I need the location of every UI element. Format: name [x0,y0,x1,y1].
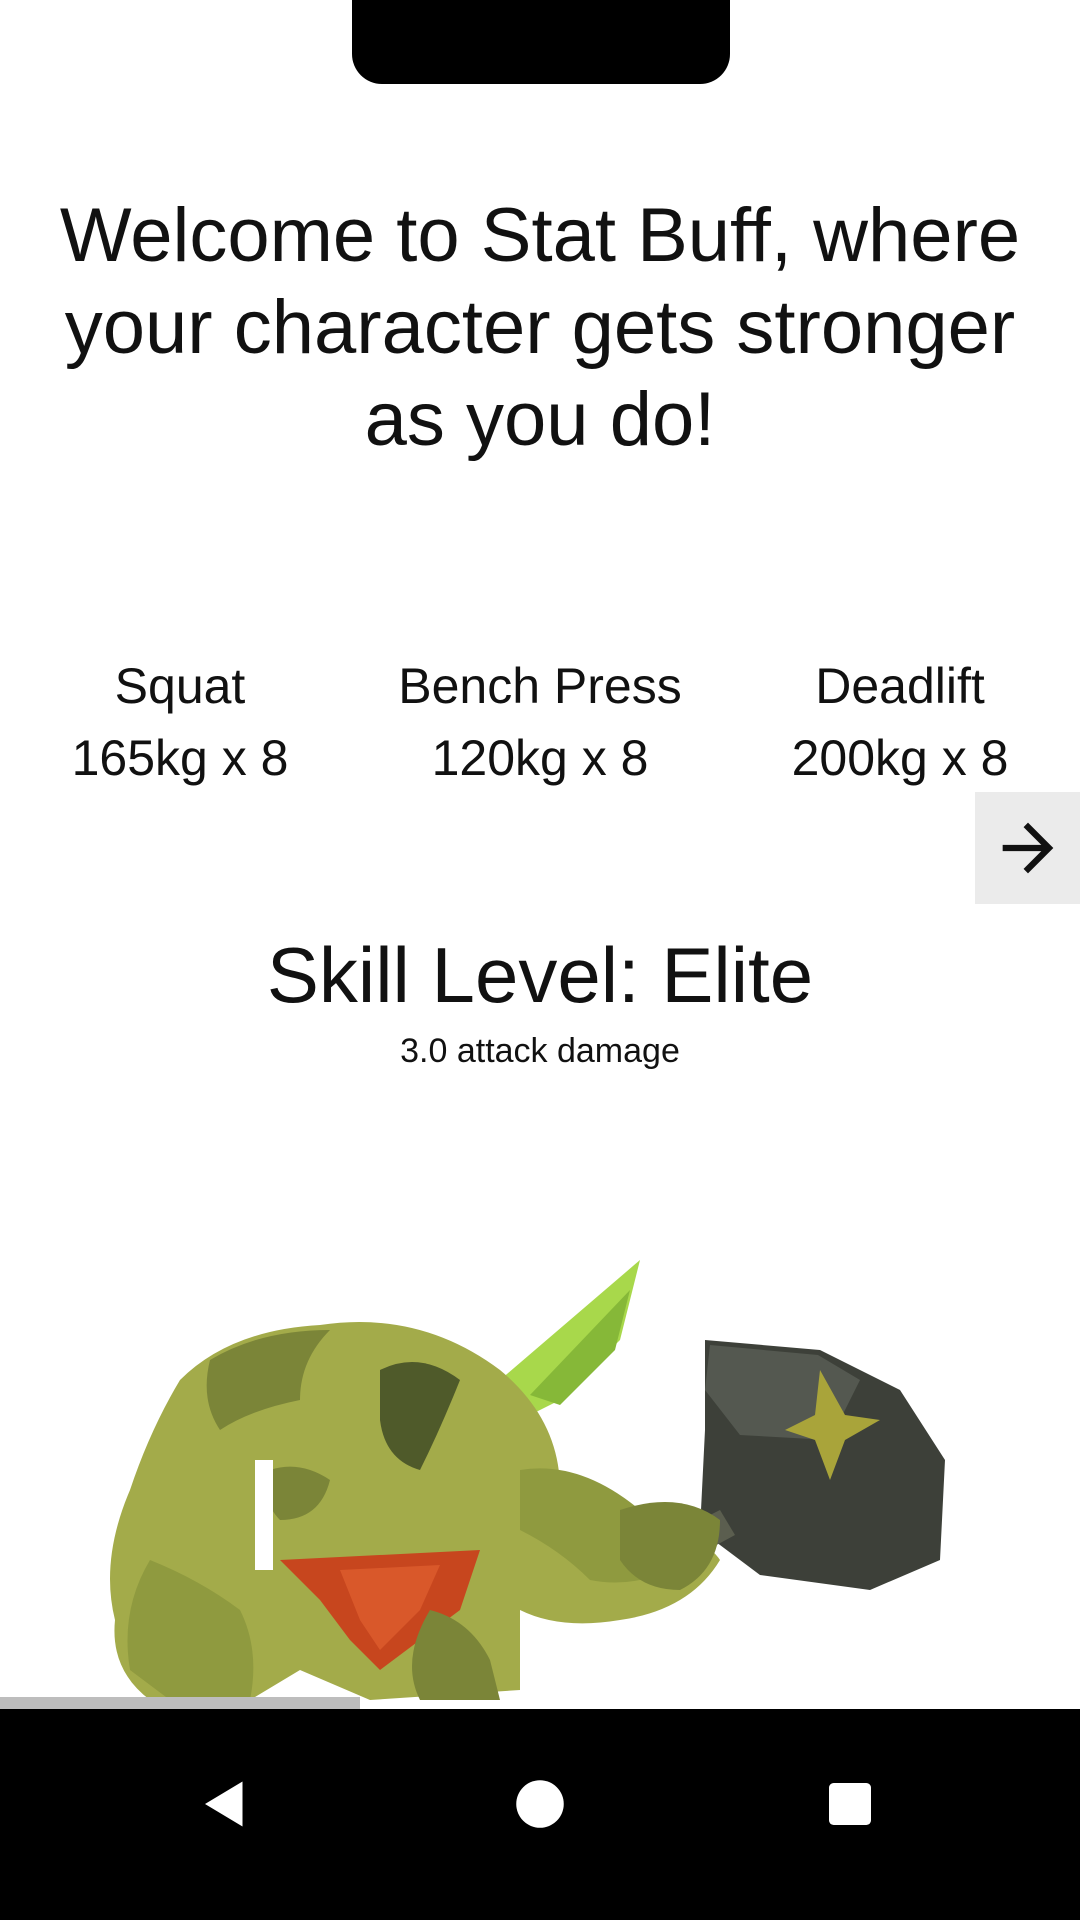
arrow-right-icon [1002,822,1053,874]
stat-value: 200kg x 8 [791,730,1009,786]
next-button[interactable] [975,792,1080,904]
lift-stats: Squat 165kg x 8 Bench Press 120kg x 8 De… [0,650,1080,790]
stat-value: 120kg x 8 [431,730,649,786]
system-navigation-bar [0,1709,1080,1920]
stat-value: 165kg x 8 [71,730,289,786]
welcome-message: Welcome to Stat Buff, where your charact… [0,190,1080,466]
camera-notch [352,0,730,84]
stat-name: Bench Press [398,658,682,714]
stat-name: Deadlift [815,658,985,714]
home-circle-icon [516,1780,564,1828]
stat-name: Squat [114,658,246,714]
back-button[interactable] [165,1749,285,1859]
recents-square-icon [829,1783,871,1825]
ogre-warrior-sprite [110,1260,945,1700]
stat-squat: Squat 165kg x 8 [0,650,360,794]
stat-bench-press: Bench Press 120kg x 8 [360,650,720,794]
recents-button[interactable] [790,1749,910,1859]
stat-deadlift: Deadlift 200kg x 8 [720,650,1080,794]
welcome-line-3: as you do! [364,377,716,462]
horizontal-scrollbar[interactable] [0,1697,360,1709]
home-button[interactable] [480,1749,600,1859]
attack-damage-label: 3.0 attack damage [400,1032,680,1070]
back-triangle-icon [205,1781,243,1827]
welcome-line-1: Welcome to Stat Buff, where [59,193,1021,278]
skill-level-title: Skill Level: Elite [266,931,814,1019]
welcome-line-2: your character gets stronger [64,285,1016,370]
